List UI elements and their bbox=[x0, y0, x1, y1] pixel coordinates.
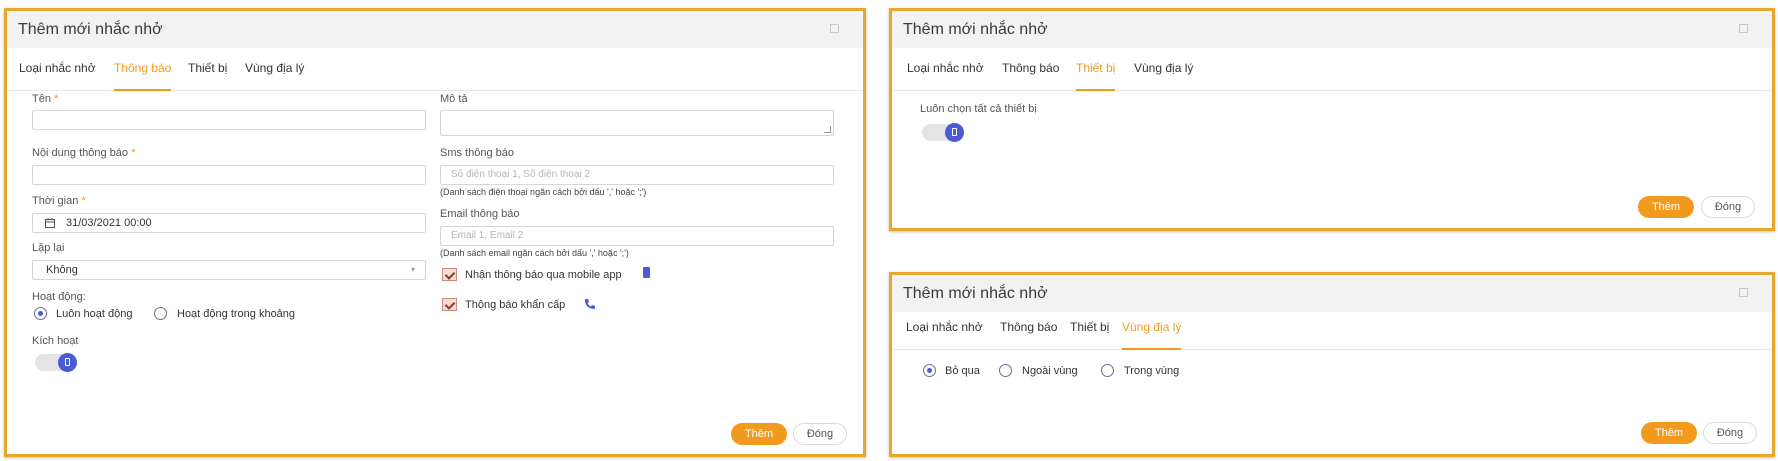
repeat-select[interactable]: Không ▾ bbox=[32, 260, 426, 280]
select-all-devices-label: Luôn chọn tất cả thiết bị bbox=[920, 103, 1037, 115]
repeat-value: Không bbox=[46, 264, 78, 276]
dialog-title: Thêm mới nhắc nhở bbox=[18, 21, 163, 38]
dialog-header: Thêm mới nhắc nhở bbox=[892, 275, 1772, 312]
radio-active-in-range-label: Hoạt động trong khoảng bbox=[177, 308, 296, 320]
activate-toggle[interactable] bbox=[35, 353, 77, 372]
tab-geo-zone[interactable]: Vùng địa lý bbox=[1134, 61, 1193, 89]
tab-reminder-type[interactable]: Loại nhắc nhở bbox=[906, 320, 983, 348]
radio-zone-inside[interactable] bbox=[1101, 364, 1114, 377]
repeat-label: Lặp lại bbox=[32, 242, 65, 254]
reminder-dialog-geo-zone: Thêm mới nhắc nhở Loại nhắc nhở Thông bá… bbox=[889, 272, 1775, 457]
dialog-title: Thêm mới nhắc nhở bbox=[903, 21, 1048, 38]
description-textarea[interactable] bbox=[440, 110, 834, 136]
tab-bar: Loại nhắc nhở Thông báo Thiết bị Vùng đị… bbox=[892, 320, 1772, 350]
name-input[interactable] bbox=[32, 110, 426, 130]
content-label: Nội dung thông báo * bbox=[32, 147, 136, 159]
tab-reminder-type[interactable]: Loại nhắc nhở bbox=[19, 61, 96, 89]
reminder-dialog-notification: Thêm mới nhắc nhở Loại nhắc nhở Thông bá… bbox=[4, 8, 866, 457]
sms-label: Sms thông báo bbox=[440, 147, 514, 159]
add-button[interactable]: Thêm bbox=[1641, 422, 1697, 444]
add-button[interactable]: Thêm bbox=[731, 423, 787, 445]
add-button[interactable]: Thêm bbox=[1638, 196, 1694, 218]
tab-reminder-type[interactable]: Loại nhắc nhở bbox=[907, 61, 984, 89]
tab-notification[interactable]: Thông báo bbox=[1002, 61, 1059, 89]
tab-geo-zone[interactable]: Vùng địa lý bbox=[1122, 320, 1182, 350]
close-button[interactable]: Đóng bbox=[793, 423, 847, 445]
name-label: Tên * bbox=[32, 93, 59, 105]
close-button[interactable]: Đóng bbox=[1703, 422, 1757, 444]
description-label: Mô tả bbox=[440, 93, 468, 105]
radio-zone-outside[interactable] bbox=[999, 364, 1012, 377]
activate-label: Kích hoạt bbox=[32, 335, 79, 347]
radio-always-active[interactable] bbox=[34, 307, 47, 320]
radio-zone-inside-label: Trong vùng bbox=[1124, 365, 1180, 377]
dialog-header: Thêm mới nhắc nhở bbox=[7, 11, 863, 48]
sms-hint: (Danh sách điện thoại ngăn cách bởi dấu … bbox=[440, 187, 647, 197]
maximize-icon[interactable] bbox=[1739, 24, 1748, 33]
textarea-resize-icon bbox=[824, 126, 831, 133]
toggle-knob-icon bbox=[58, 353, 77, 372]
sms-placeholder: Số điện thoại 1, Số điện thoại 2 bbox=[451, 169, 590, 180]
tab-bar: Loại nhắc nhở Thông báo Thiết bị Vùng đị… bbox=[7, 61, 863, 91]
email-label: Email thông báo bbox=[440, 208, 520, 220]
dialog-header: Thêm mới nhắc nhở bbox=[892, 11, 1772, 48]
content-input[interactable] bbox=[32, 165, 426, 185]
tab-device[interactable]: Thiết bị bbox=[1076, 61, 1116, 91]
select-all-devices-toggle[interactable] bbox=[922, 123, 964, 142]
email-hint: (Danh sách email ngăn cách bởi dấu ',' h… bbox=[440, 248, 629, 258]
radio-active-in-range[interactable] bbox=[154, 307, 167, 320]
radio-zone-ignore[interactable] bbox=[923, 364, 936, 377]
tab-device[interactable]: Thiết bị bbox=[188, 61, 227, 89]
mobile-app-label: Nhận thông báo qua mobile app bbox=[465, 269, 622, 281]
toggle-knob-icon bbox=[945, 123, 964, 142]
mobile-icon bbox=[643, 267, 650, 278]
select-arrow-icon: ▾ bbox=[410, 265, 415, 274]
time-input[interactable]: 31/03/2021 00:00 bbox=[32, 213, 426, 233]
mobile-app-checkbox[interactable] bbox=[442, 268, 457, 281]
email-input[interactable]: Email 1, Email 2 bbox=[440, 226, 834, 246]
tab-device[interactable]: Thiết bị bbox=[1070, 320, 1109, 348]
sms-input[interactable]: Số điện thoại 1, Số điện thoại 2 bbox=[440, 165, 834, 185]
reminder-dialog-device: Thêm mới nhắc nhở Loại nhắc nhở Thông bá… bbox=[889, 8, 1775, 231]
radio-zone-ignore-label: Bỏ qua bbox=[945, 365, 980, 377]
time-label: Thời gian * bbox=[32, 195, 86, 207]
activity-label: Hoạt động: bbox=[32, 291, 86, 303]
time-value: 31/03/2021 00:00 bbox=[66, 217, 152, 229]
dialog-title: Thêm mới nhắc nhở bbox=[903, 285, 1048, 302]
phone-icon bbox=[585, 299, 595, 309]
email-placeholder: Email 1, Email 2 bbox=[451, 230, 524, 241]
radio-zone-outside-label: Ngoài vùng bbox=[1022, 365, 1078, 377]
maximize-icon[interactable] bbox=[830, 24, 839, 33]
calendar-icon bbox=[45, 218, 55, 228]
tab-notification[interactable]: Thông báo bbox=[114, 61, 172, 91]
tab-notification[interactable]: Thông báo bbox=[1000, 320, 1057, 348]
emergency-checkbox[interactable] bbox=[442, 298, 457, 311]
tab-bar: Loại nhắc nhở Thông báo Thiết bị Vùng đị… bbox=[892, 61, 1772, 91]
maximize-icon[interactable] bbox=[1739, 288, 1748, 297]
radio-always-active-label: Luôn hoạt động bbox=[56, 308, 133, 320]
emergency-label: Thông báo khẩn cấp bbox=[465, 299, 566, 311]
close-button[interactable]: Đóng bbox=[1701, 196, 1755, 218]
tab-geo-zone[interactable]: Vùng địa lý bbox=[245, 61, 304, 89]
